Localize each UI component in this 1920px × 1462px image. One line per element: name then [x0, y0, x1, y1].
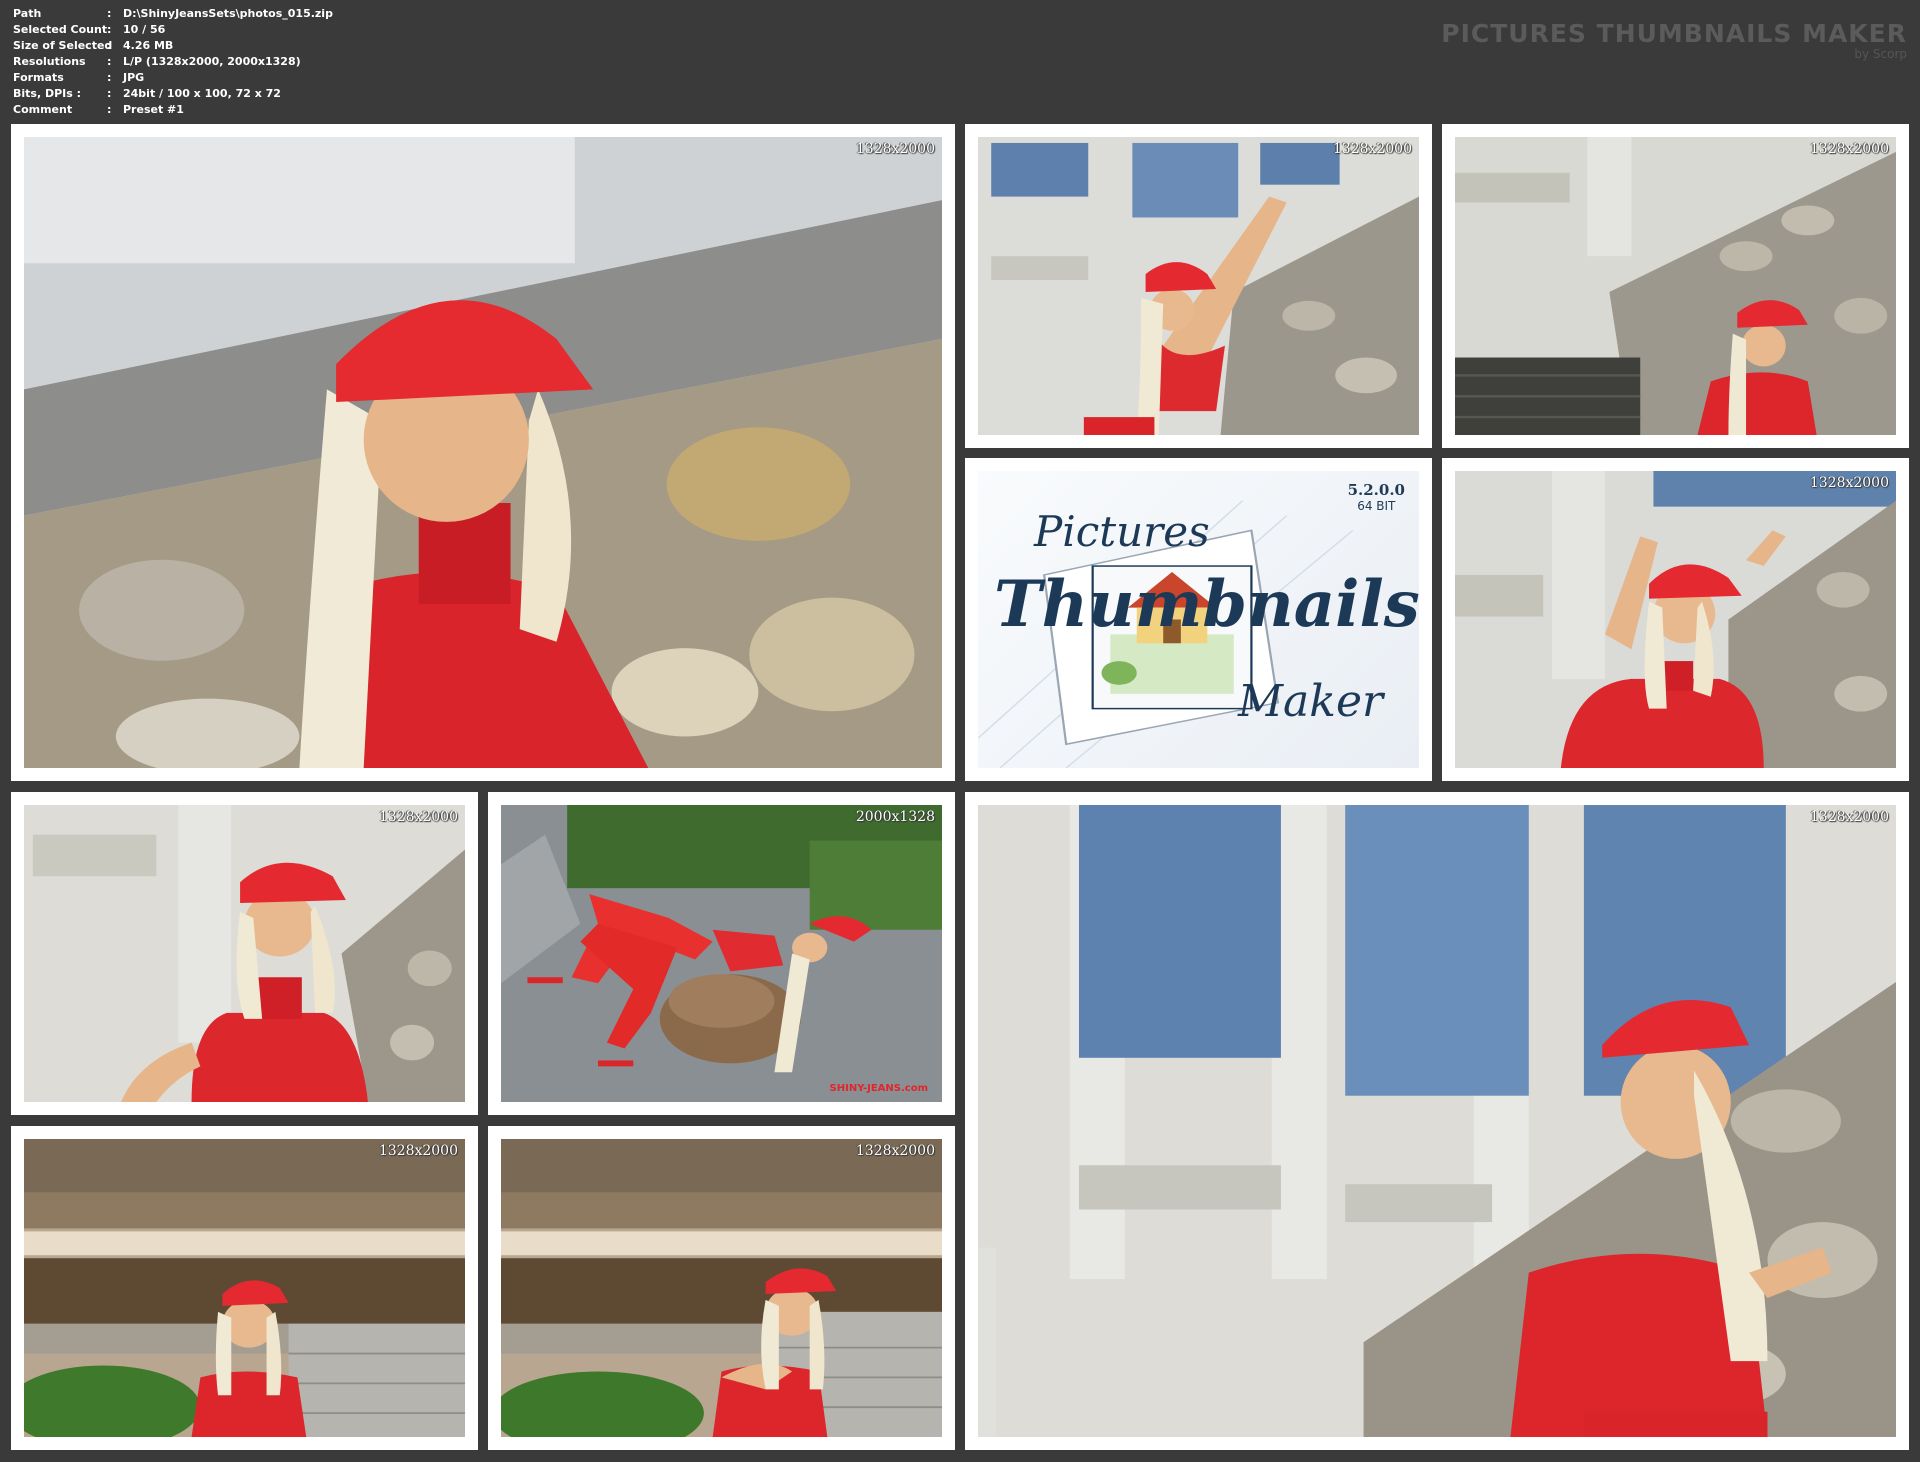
brand: PICTURES THUMBNAILS MAKER by Scorp: [1441, 19, 1907, 61]
version-number: 5.2.0.0: [1347, 481, 1405, 499]
logo-word-maker: Maker: [1238, 676, 1384, 727]
thumbnail-8[interactable]: 1328x2000: [11, 1126, 478, 1450]
brand-title: PICTURES THUMBNAILS MAKER: [1441, 19, 1907, 48]
app-logo-tile: 5.2.0.0 64 BIT Pictures Thumbnails Maker: [965, 458, 1432, 781]
thumbnail-image: 2000x1328 SHINY-JEANS.com: [501, 805, 942, 1102]
thumbnail-image: 1328x2000: [1455, 471, 1896, 768]
thumbnail-3[interactable]: 1328x2000: [1442, 124, 1909, 448]
logo-word-pictures: Pictures: [1034, 507, 1210, 556]
thumbnail-image: 1328x2000: [1455, 137, 1896, 435]
info-separator: :: [107, 23, 112, 36]
info-panel: Path: D:\ShinyJeansSets\photos_015.zip Se…: [13, 6, 333, 118]
thumbnail-4[interactable]: 1328x2000: [1442, 458, 1909, 781]
version-bits: 64 BIT: [1357, 499, 1396, 513]
info-value-formats: JPG: [123, 71, 145, 84]
info-row-comment: Comment: Preset #1: [13, 102, 333, 118]
brand-subtitle: by Scorp: [1854, 47, 1907, 61]
info-separator: :: [107, 103, 112, 116]
thumbnail-9[interactable]: 1328x2000: [488, 1126, 955, 1450]
info-row-resolutions: Resolutions: L/P (1328x2000, 2000x1328): [13, 54, 333, 70]
resolution-label: 1328x2000: [855, 1143, 935, 1159]
info-key: Selected Count: [13, 23, 108, 36]
info-key: Bits, DPIs :: [13, 87, 82, 100]
info-separator: :: [107, 71, 112, 84]
thumbnail-image: 1328x2000: [24, 805, 465, 1102]
info-value-size: 4.26 MB: [123, 39, 174, 52]
info-key: Path: [13, 7, 42, 20]
version-label: 5.2.0.0 64 BIT: [1348, 481, 1405, 513]
info-row-size: Size of Selected: 4.26 MB: [13, 38, 333, 54]
info-key: Comment: [13, 103, 73, 116]
app-logo: 5.2.0.0 64 BIT Pictures Thumbnails Maker: [978, 471, 1419, 768]
thumbnail-2[interactable]: 1328x2000: [965, 124, 1432, 448]
info-row-formats: Formats: JPG: [13, 70, 333, 86]
thumbnail-image: 1328x2000: [24, 137, 942, 768]
info-value-comment: Preset #1: [123, 103, 184, 116]
resolution-label: 1328x2000: [855, 141, 935, 157]
thumbnail-5[interactable]: 1328x2000: [11, 792, 478, 1115]
info-row-bits: Bits, DPIs ::24bit / 100 x 100, 72 x 72: [13, 86, 333, 102]
info-value-resolutions: L/P (1328x2000, 2000x1328): [123, 55, 301, 68]
thumbnail-1[interactable]: 1328x2000: [11, 124, 955, 781]
info-value-count: 10 / 56: [123, 23, 166, 36]
thumbnail-image: 1328x2000: [978, 805, 1896, 1437]
thumbnail-image: 1328x2000: [978, 137, 1419, 435]
info-separator: :: [107, 7, 112, 20]
watermark-credit: SHINY-JEANS.com: [829, 1083, 928, 1094]
info-key: Formats: [13, 71, 64, 84]
info-key: Size of Selected: [13, 39, 113, 52]
resolution-label: 1328x2000: [1809, 141, 1889, 157]
resolution-label: 1328x2000: [378, 809, 458, 825]
logo-word-thumbnails: Thumbnails: [994, 567, 1419, 642]
resolution-label: 2000x1328: [855, 809, 935, 825]
thumbnail-image: 1328x2000: [501, 1139, 942, 1437]
info-separator: :: [107, 55, 112, 68]
resolution-label: 1328x2000: [378, 1143, 458, 1159]
info-separator: :: [107, 87, 112, 100]
info-value-bits: 24bit / 100 x 100, 72 x 72: [123, 87, 281, 100]
info-row-count: Selected Count: 10 / 56: [13, 22, 333, 38]
thumbnail-image: 1328x2000: [24, 1139, 465, 1437]
resolution-label: 1328x2000: [1809, 475, 1889, 491]
info-row-path: Path: D:\ShinyJeansSets\photos_015.zip: [13, 6, 333, 22]
info-key: Resolutions: [13, 55, 86, 68]
resolution-label: 1328x2000: [1809, 809, 1889, 825]
resolution-label: 1328x2000: [1332, 141, 1412, 157]
info-separator: :: [107, 39, 112, 52]
thumbnail-6[interactable]: 2000x1328 SHINY-JEANS.com: [488, 792, 955, 1115]
info-value-path: D:\ShinyJeansSets\photos_015.zip: [123, 7, 333, 20]
thumbnail-7[interactable]: 1328x2000: [965, 792, 1909, 1450]
